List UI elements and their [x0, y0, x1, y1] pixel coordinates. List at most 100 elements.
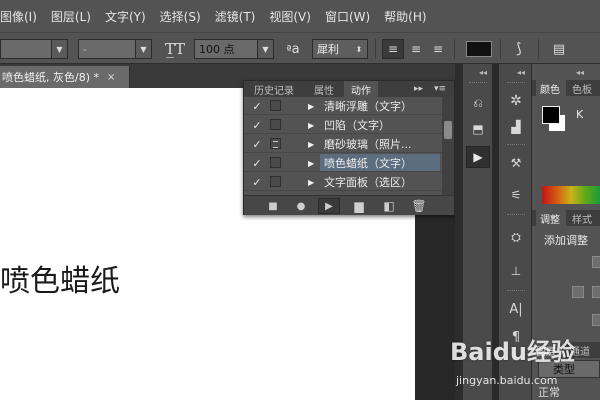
collapse-icon[interactable]: ◂◂ [517, 66, 525, 78]
action-item[interactable]: ✓ ▶ 清晰浮雕（文字） [244, 97, 442, 115]
chevron-down-icon: ▼ [51, 40, 67, 58]
font-family-select[interactable]: ▼ [0, 39, 68, 59]
font-style-value: - [83, 42, 87, 56]
action-item[interactable]: ✓ ▶ 磨砂玻璃（照片... [244, 135, 442, 153]
action-item[interactable]: ✓ ▶ 凹陷（文字） [244, 116, 442, 134]
tab-adjustments[interactable]: 调整 [536, 210, 566, 226]
menu-type[interactable]: 文字(Y) [105, 8, 146, 25]
align-center-icon[interactable]: ≡ [406, 39, 426, 59]
align-left-icon[interactable]: ≡ [382, 39, 404, 59]
actions-panel: 历史记录 属性 动作 ▸▸ ▾≡ ✓ ▶ 清晰浮雕（文字） ✓ ▶ 凹陷（文字）… [243, 80, 455, 215]
panel-menu-icon[interactable]: ▾≡ [434, 81, 446, 97]
tab-actions[interactable]: 动作 [344, 81, 378, 97]
chevron-down-icon: ▼ [135, 40, 151, 58]
expand-triangle-icon[interactable]: ▶ [308, 174, 314, 190]
properties-panel-icon[interactable]: ⬒ [466, 118, 490, 140]
tab-color[interactable]: 颜色 [536, 80, 566, 96]
curves-icon[interactable] [592, 286, 600, 298]
record-icon[interactable]: ● [290, 198, 312, 214]
collapse-icon[interactable]: ◂◂ [479, 66, 487, 78]
check-icon[interactable]: ✓ [250, 117, 264, 133]
delete-icon[interactable]: 🗑 [408, 198, 430, 214]
dialog-toggle[interactable] [270, 119, 281, 130]
menu-select[interactable]: 选择(S) [160, 8, 201, 25]
navigator-icon[interactable]: ✲ [504, 90, 528, 112]
document-tab[interactable]: 喷色蜡纸, 灰色/8) * × [0, 66, 130, 88]
dialog-toggle[interactable] [270, 176, 281, 187]
font-style-select[interactable]: - ▼ [78, 39, 152, 59]
menu-view[interactable]: 视图(V) [269, 8, 311, 25]
grip[interactable] [507, 214, 525, 217]
expand-triangle-icon[interactable]: ▶ [308, 117, 314, 133]
adjustments-panel-tabs: 调整 样式 [532, 210, 600, 226]
action-name: 清晰浮雕（文字） [324, 99, 412, 113]
expand-triangle-icon[interactable]: ▶ [308, 155, 314, 171]
options-bar: ▼ - ▼ T̲T 100 点 ▼ ªa 犀利 ⬍ ≡ ≡ ≡ ⟆ ▤ [0, 32, 600, 64]
align-right-icon[interactable]: ≡ [428, 39, 448, 59]
check-icon[interactable]: ✓ [250, 174, 264, 190]
dialog-toggle[interactable] [270, 100, 281, 111]
menu-bar: 图像(I) 图层(L) 文字(Y) 选择(S) 滤镜(T) 视图(V) 窗口(W… [0, 0, 600, 32]
menu-filter[interactable]: 滤镜(T) [215, 8, 256, 25]
character-icon[interactable]: A| [504, 298, 528, 320]
grip[interactable] [507, 144, 525, 147]
grip[interactable] [507, 290, 525, 293]
font-size-icon: T̲T [164, 40, 185, 58]
exposure-icon[interactable] [592, 314, 600, 326]
history-panel-icon[interactable]: ⎌ [466, 92, 490, 114]
add-adjustment-label: 添加调整 [544, 234, 588, 247]
actions-panel-tabs: 历史记录 属性 动作 ▸▸ ▾≡ [244, 81, 454, 97]
brush-icon[interactable]: ⚒ [504, 152, 528, 174]
grip[interactable] [469, 82, 487, 85]
tab-styles[interactable]: 样式 [568, 210, 600, 226]
check-icon[interactable]: ✓ [250, 155, 264, 171]
tool-presets-icon[interactable]: ⛭ [504, 226, 528, 248]
new-action-icon[interactable]: ◧ [378, 198, 400, 214]
levels-icon[interactable] [572, 286, 584, 298]
expand-triangle-icon[interactable]: ▶ [308, 98, 314, 114]
tab-swatches[interactable]: 色板 [568, 80, 600, 96]
close-icon[interactable]: × [107, 72, 115, 83]
action-name: 磨砂玻璃（照片... [324, 137, 412, 151]
divider [500, 39, 501, 59]
menu-window[interactable]: 窗口(W) [325, 8, 370, 25]
text-color-swatch[interactable] [466, 41, 492, 57]
play-icon[interactable]: ▶ [318, 198, 340, 214]
action-item[interactable]: ✓ ▶ 文字面板（选区） [244, 173, 442, 191]
warp-text-icon[interactable]: ⟆ [508, 39, 530, 59]
menu-image[interactable]: 图像(I) [0, 8, 37, 25]
action-item-selected[interactable]: ✓ ▶ 喷色蜡纸（文字） [244, 154, 442, 172]
collapse-icon[interactable]: ▸▸ [414, 81, 423, 97]
new-set-icon[interactable]: ▆ [348, 198, 370, 214]
brightness-icon[interactable] [592, 256, 600, 268]
check-icon[interactable]: ✓ [250, 136, 264, 152]
collapse-icon[interactable]: ◂◂ [576, 66, 584, 78]
check-icon[interactable]: ✓ [250, 98, 264, 114]
dialog-toggle[interactable] [270, 157, 281, 168]
menu-help[interactable]: 帮助(H) [384, 8, 426, 25]
tab-history[interactable]: 历史记录 [246, 81, 302, 97]
actions-scrollbar[interactable] [442, 97, 454, 195]
tab-properties[interactable]: 属性 [306, 81, 342, 97]
scrollbar-thumb[interactable] [444, 121, 452, 139]
dialog-toggle[interactable] [270, 138, 281, 149]
stop-icon[interactable]: ■ [262, 198, 284, 214]
clone-source-icon[interactable]: ⚟ [504, 184, 528, 206]
color-spectrum[interactable] [542, 186, 600, 204]
menu-layer[interactable]: 图层(L) [51, 8, 91, 25]
document-title: 喷色蜡纸, 灰色/8) * [2, 71, 99, 84]
actions-toolbar: ■ ● ▶ ▆ ◧ 🗑 [244, 195, 454, 215]
expand-triangle-icon[interactable]: ▶ [308, 136, 314, 152]
divider [454, 39, 455, 59]
histogram-icon[interactable]: ▟ [504, 116, 528, 138]
action-name: 凹陷（文字） [324, 118, 390, 132]
action-name: 喷色蜡纸（文字） [320, 154, 440, 171]
anti-alias-select[interactable]: 犀利 ⬍ [312, 39, 368, 59]
foreground-color-swatch[interactable] [542, 106, 560, 124]
character-panel-icon[interactable]: ▤ [548, 39, 570, 59]
grip[interactable] [507, 82, 525, 85]
stamp-icon[interactable]: ⊥ [504, 260, 528, 282]
font-size-select[interactable]: 100 点 ▼ [194, 39, 274, 59]
canvas-text-layer[interactable]: 喷色蜡纸 [0, 256, 120, 300]
actions-panel-icon[interactable]: ▶ [466, 146, 490, 168]
